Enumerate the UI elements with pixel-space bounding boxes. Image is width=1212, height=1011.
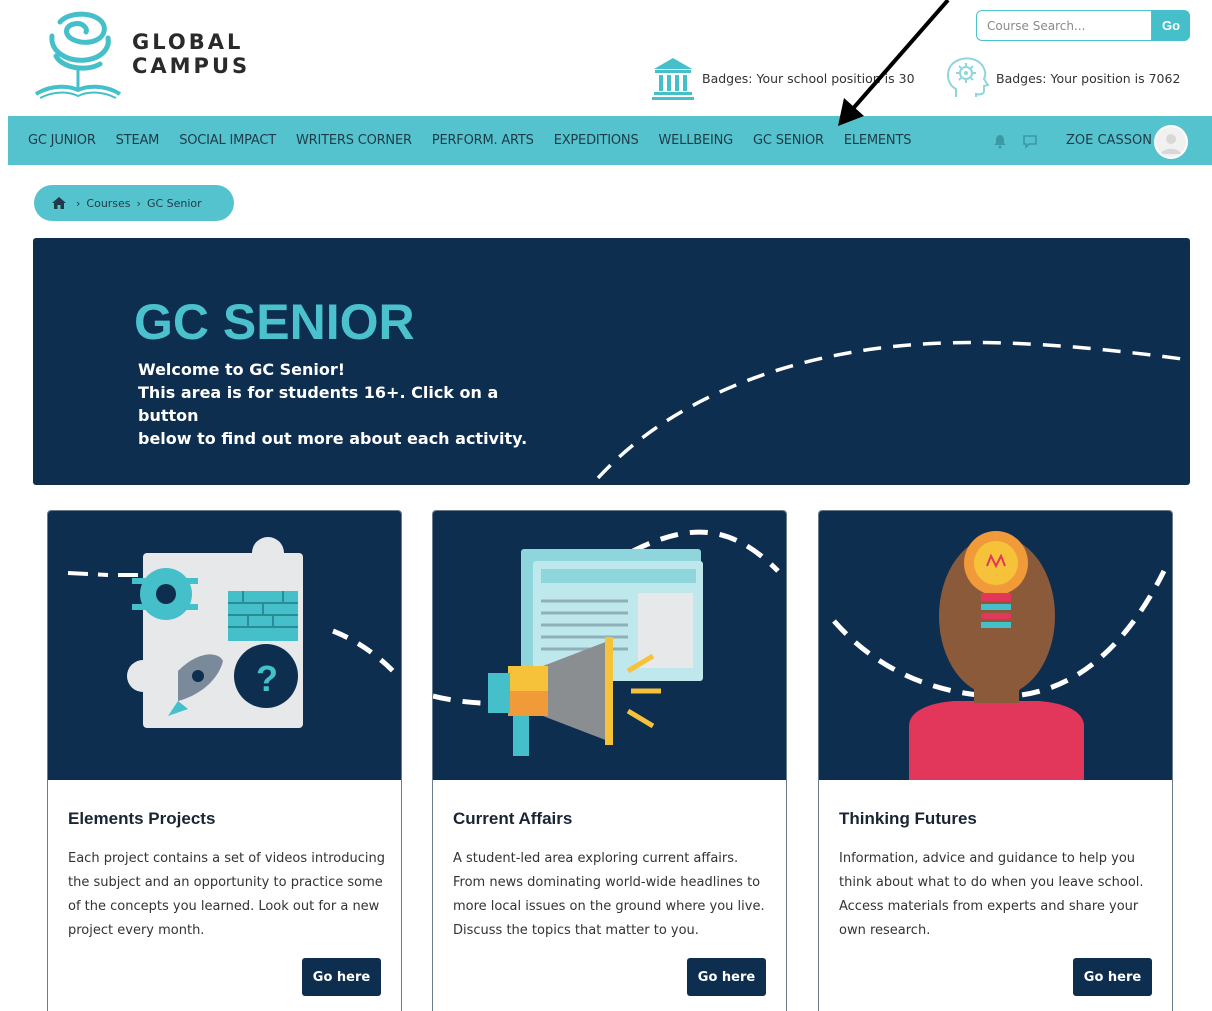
logo-line-1: GLOBAL bbox=[132, 30, 244, 54]
notification-bell-icon[interactable] bbox=[992, 133, 1008, 149]
nav-items: GC JUNIOR STEAM SOCIAL IMPACT WRITERS CO… bbox=[8, 116, 921, 165]
breadcrumb: › Courses › GC Senior bbox=[34, 185, 234, 221]
school-building-icon bbox=[652, 58, 694, 100]
svg-text:?: ? bbox=[256, 658, 278, 699]
course-search-button[interactable]: Go bbox=[1152, 10, 1190, 41]
megaphone-newspaper-illustration-icon bbox=[433, 529, 780, 756]
user-avatar[interactable] bbox=[1154, 125, 1188, 159]
nav-item-wellbeing[interactable]: WELLBEING bbox=[649, 133, 744, 148]
card-image: ? bbox=[48, 511, 401, 780]
nav-item-writers-corner[interactable]: WRITERS CORNER bbox=[286, 133, 422, 148]
hero-line-3: below to find out more about each activi… bbox=[138, 429, 528, 448]
school-badge-position[interactable]: Badges: Your school position is 30 bbox=[650, 52, 915, 104]
card-description: A student-led area exploring current aff… bbox=[453, 851, 765, 938]
breadcrumb-separator: › bbox=[136, 196, 141, 210]
hero-line-1: Welcome to GC Senior! bbox=[138, 360, 346, 379]
home-icon[interactable] bbox=[52, 197, 66, 209]
hero-banner: GC SENIOR Welcome to GC Senior! This are… bbox=[33, 238, 1190, 485]
hero-title: GC SENIOR bbox=[134, 294, 415, 350]
nav-item-expeditions[interactable]: EXPEDITIONS bbox=[544, 133, 649, 148]
lightbulb-head-illustration-icon bbox=[832, 531, 1167, 780]
nav-item-elements[interactable]: ELEMENTS bbox=[834, 133, 921, 148]
user-badge-text: Badges: Your position is 7062 bbox=[996, 70, 1181, 86]
go-here-button[interactable]: Go here bbox=[1073, 958, 1152, 996]
card-image bbox=[819, 511, 1172, 780]
card-description: Information, advice and guidance to help… bbox=[839, 851, 1144, 938]
card-title: Elements Projects bbox=[68, 809, 216, 828]
nav-item-perform-arts[interactable]: PERFORM. ARTS bbox=[422, 133, 544, 148]
go-here-button[interactable]: Go here bbox=[302, 958, 381, 996]
hero-subtitle: Welcome to GC Senior! This area is for s… bbox=[138, 358, 538, 450]
nav-item-social-impact[interactable]: SOCIAL IMPACT bbox=[169, 133, 286, 148]
card-title: Current Affairs bbox=[453, 809, 573, 828]
logo-line-2: CAMPUS bbox=[132, 54, 251, 78]
course-search-input[interactable] bbox=[976, 10, 1152, 41]
nav-user-area: ZOE CASSON bbox=[992, 116, 1152, 165]
breadcrumb-item-courses[interactable]: Courses bbox=[86, 197, 130, 210]
messages-icon[interactable] bbox=[1022, 133, 1038, 149]
breadcrumb-item-current: GC Senior bbox=[146, 196, 202, 210]
school-badge-text: Badges: Your school position is 30 bbox=[702, 70, 915, 86]
user-badge-position[interactable]: Badges: Your position is 7062 bbox=[944, 52, 1180, 104]
page-header: GLOBAL CAMPUS Go Badges: Your school pos… bbox=[0, 0, 1212, 116]
nav-item-gc-junior[interactable]: GC JUNIOR bbox=[18, 133, 106, 148]
card-description: Each project contains a set of videos in… bbox=[68, 851, 385, 938]
user-avatar-icon bbox=[1156, 127, 1186, 157]
nav-item-gc-senior[interactable]: GC SENIOR bbox=[743, 133, 834, 148]
course-search: Go bbox=[976, 10, 1190, 41]
global-campus-logo-icon[interactable] bbox=[30, 6, 126, 100]
user-menu-name[interactable]: ZOE CASSON bbox=[1066, 133, 1152, 148]
course-card-thinking-futures: Thinking Futures Information, advice and… bbox=[818, 510, 1173, 1011]
course-card-elements-projects: ? Elements Projects Each project contain… bbox=[47, 510, 402, 1011]
breadcrumb-separator: › bbox=[76, 196, 81, 210]
card-image bbox=[433, 511, 786, 780]
logo-text: GLOBAL CAMPUS bbox=[132, 30, 250, 78]
course-card-current-affairs: Current Affairs A student-led area explo… bbox=[432, 510, 787, 1011]
main-navbar: GC JUNIOR STEAM SOCIAL IMPACT WRITERS CO… bbox=[8, 116, 1212, 165]
card-title: Thinking Futures bbox=[839, 809, 977, 828]
nav-item-steam[interactable]: STEAM bbox=[106, 133, 170, 148]
head-gear-icon bbox=[947, 57, 990, 97]
go-here-button[interactable]: Go here bbox=[687, 958, 766, 996]
puzzle-illustration-icon: ? bbox=[67, 537, 395, 728]
hero-line-2: This area is for students 16+. Click on … bbox=[138, 383, 499, 425]
